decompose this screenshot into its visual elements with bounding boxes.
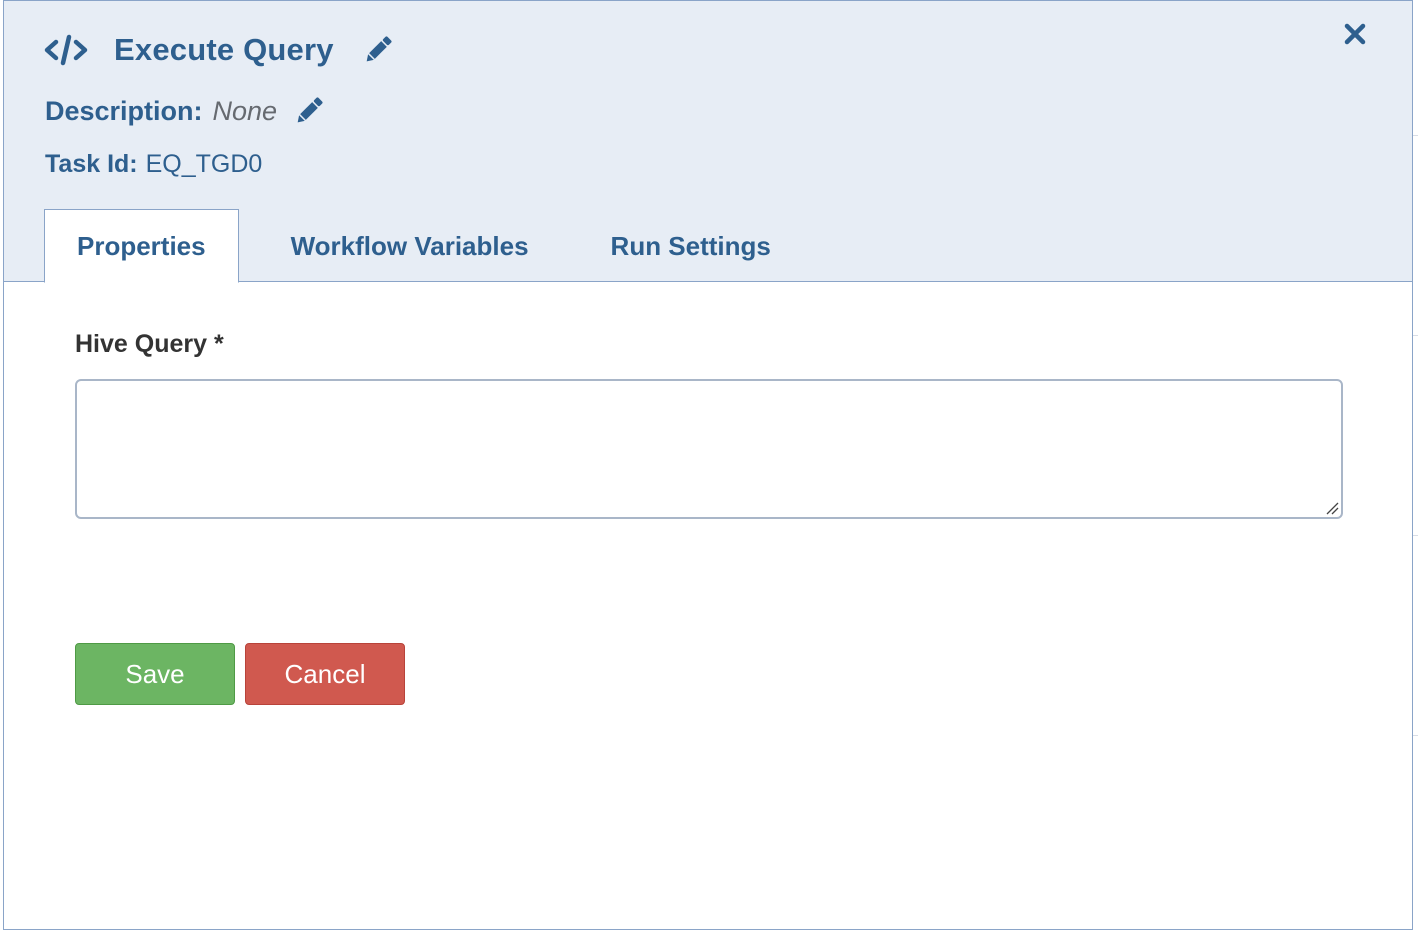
code-icon: [44, 30, 88, 70]
description-row: Description: None: [45, 89, 327, 133]
task-id-row: Task Id: EQ_TGD0: [45, 147, 262, 181]
edit-title-pencil-icon[interactable]: [360, 32, 396, 68]
hive-query-input[interactable]: [75, 379, 1343, 519]
title-row: Execute Query: [44, 27, 396, 73]
hive-query-label: Hive Query *: [75, 330, 224, 358]
description-label: Description:: [45, 95, 203, 126]
page-title: Execute Query: [114, 32, 334, 67]
close-icon[interactable]: [1340, 19, 1370, 49]
edit-description-pencil-icon[interactable]: [291, 93, 327, 129]
tab-bar: Properties Workflow Variables Run Settin…: [44, 209, 803, 283]
save-button[interactable]: Save: [75, 643, 235, 705]
description-value: None: [212, 95, 278, 126]
panel-header: Execute Query Description: None Task Id:…: [4, 1, 1412, 283]
tab-properties[interactable]: Properties: [44, 209, 239, 283]
tab-workflow-variables[interactable]: Workflow Variables: [239, 209, 569, 283]
task-id-value: EQ_TGD0: [145, 149, 263, 178]
task-id-label: Task Id:: [45, 149, 138, 178]
resize-handle-icon[interactable]: [1325, 501, 1339, 515]
tab-run-settings[interactable]: Run Settings: [569, 209, 803, 283]
task-editor-panel: Execute Query Description: None Task Id:…: [3, 0, 1413, 930]
cancel-button[interactable]: Cancel: [245, 643, 405, 705]
